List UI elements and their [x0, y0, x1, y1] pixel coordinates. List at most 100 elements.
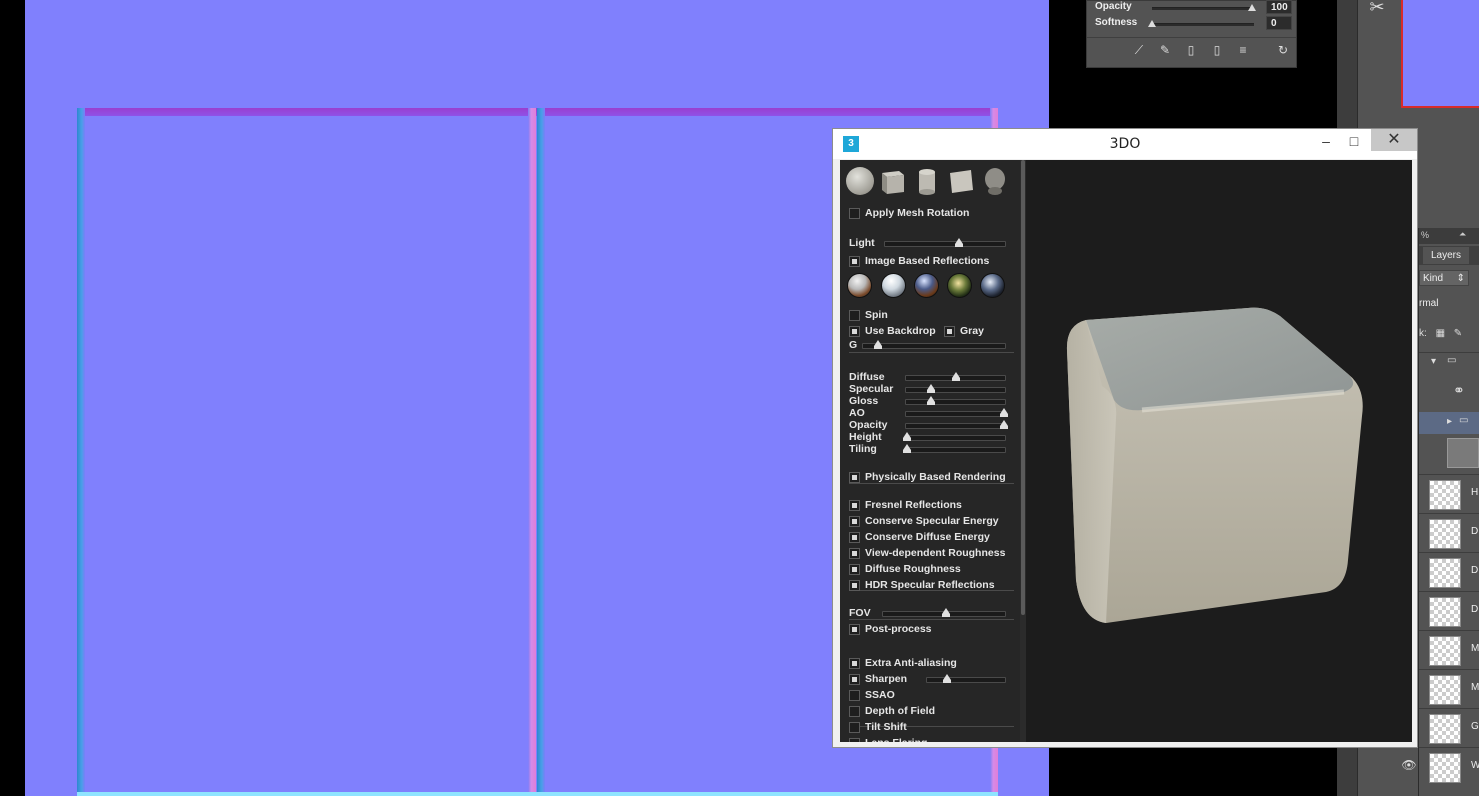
layer-row[interactable]: H	[1419, 474, 1479, 512]
fresnel-reflections-row[interactable]: Fresnel Reflections	[849, 499, 1019, 513]
expand-arrow-icon[interactable]: ▾	[1431, 356, 1436, 367]
sharpen-slider[interactable]	[926, 674, 1006, 683]
head-primitive-button[interactable]	[981, 167, 1009, 195]
navigator-thumbnail[interactable]	[1401, 0, 1479, 108]
minimize-button[interactable]: –	[1313, 129, 1339, 153]
image-based-reflections-checkbox[interactable]	[849, 256, 860, 267]
blend-mode-select[interactable]: rmal	[1419, 296, 1479, 312]
ssao-row[interactable]: SSAO	[849, 689, 1019, 703]
opacity-slider-thumb[interactable]	[1248, 4, 1256, 11]
conserve-diffuse-energy-checkbox[interactable]	[849, 532, 860, 543]
3d-viewport[interactable]	[1026, 160, 1412, 742]
plane-primitive-button[interactable]	[947, 167, 975, 195]
softness-slider[interactable]	[1148, 20, 1254, 27]
maximize-button[interactable]: □	[1341, 129, 1367, 153]
layer-row[interactable]: D	[1419, 513, 1479, 551]
tools-icon[interactable]: ✂	[1364, 0, 1390, 20]
scrollbar-thumb[interactable]	[1021, 160, 1025, 615]
lock-paint-icon[interactable]: ✎	[1454, 328, 1462, 339]
height-slider[interactable]	[903, 432, 1006, 441]
environment-map-3[interactable]	[914, 273, 939, 298]
g-slider[interactable]	[862, 340, 1006, 349]
apply-mesh-rotation-checkbox[interactable]	[849, 208, 860, 219]
selected-group-row[interactable]: ▸ ▭	[1419, 412, 1479, 434]
layer-row[interactable]: W	[1419, 747, 1479, 785]
hdr-specular-reflections-checkbox[interactable]	[849, 580, 860, 591]
tiling-slider-thumb[interactable]	[903, 444, 911, 453]
cube-primitive-button[interactable]	[879, 167, 907, 195]
image-based-reflections-row[interactable]: Image Based Reflections	[849, 255, 1019, 269]
collapsed-arrow-icon[interactable]: ▸	[1447, 416, 1452, 427]
reset-icon[interactable]: ↻	[1275, 42, 1291, 58]
gray-row[interactable]: Gray	[944, 325, 1020, 339]
settings-sliders-icon[interactable]: ≡	[1235, 42, 1251, 58]
gloss-slider-thumb[interactable]	[927, 396, 935, 405]
sharpen-checkbox[interactable]	[849, 674, 860, 685]
opacity-value-field[interactable]: 100	[1266, 0, 1292, 14]
conserve-diffuse-energy-row[interactable]: Conserve Diffuse Energy	[849, 531, 1019, 545]
fresnel-reflections-checkbox[interactable]	[849, 500, 860, 511]
light-slider[interactable]	[884, 238, 1006, 247]
physically-based-rendering-checkbox[interactable]	[849, 472, 860, 483]
opacity-slider[interactable]	[905, 420, 1008, 429]
airbrush-icon[interactable]: ✎	[1157, 42, 1173, 58]
depth-of-field-checkbox[interactable]	[849, 706, 860, 717]
post-process-checkbox[interactable]	[849, 624, 860, 635]
lens-flaring-row[interactable]: Lens Flaring	[849, 737, 1019, 742]
ao-slider[interactable]	[905, 408, 1008, 417]
specular-slider-thumb[interactable]	[927, 384, 935, 393]
diffuse-roughness-checkbox[interactable]	[849, 564, 860, 575]
new-page-icon[interactable]: ▯	[1183, 42, 1199, 58]
opacity-slider[interactable]	[1152, 4, 1256, 11]
use-backdrop-checkbox[interactable]	[849, 326, 860, 337]
collapse-icon[interactable]: ⏶	[1459, 229, 1466, 240]
filter-kind-select[interactable]: Kind ⇕	[1419, 270, 1469, 286]
conserve-specular-energy-row[interactable]: Conserve Specular Energy	[849, 515, 1019, 529]
fov-slider[interactable]	[882, 608, 1006, 617]
softness-value-field[interactable]: 0	[1266, 16, 1292, 30]
height-slider-thumb[interactable]	[903, 432, 911, 441]
light-slider-thumb[interactable]	[955, 238, 963, 247]
adjustment-layer-row[interactable]: ⚭	[1419, 374, 1479, 410]
gloss-slider[interactable]	[905, 396, 1006, 405]
view-dependent-roughness-row[interactable]: View-dependent Roughness	[849, 547, 1019, 561]
layer-group-row[interactable]: ▾ ▭	[1419, 352, 1479, 372]
environment-map-1[interactable]	[847, 273, 872, 298]
tiling-slider[interactable]	[903, 444, 1006, 453]
environment-map-5[interactable]	[980, 273, 1005, 298]
depth-of-field-row[interactable]: Depth of Field	[849, 705, 1019, 719]
conserve-specular-energy-checkbox[interactable]	[849, 516, 860, 527]
diffuse-slider-thumb[interactable]	[952, 372, 960, 381]
post-process-row[interactable]: Post-process	[849, 623, 1019, 637]
sphere-primitive-button[interactable]	[846, 167, 874, 195]
cylinder-primitive-button[interactable]	[913, 167, 941, 195]
opacity-slider-thumb[interactable]	[1000, 420, 1008, 429]
specular-slider[interactable]	[905, 384, 1006, 393]
layer-row[interactable]: M	[1419, 669, 1479, 707]
lock-transparency-icon[interactable]: ▦	[1436, 328, 1445, 339]
environment-map-2[interactable]	[881, 273, 906, 298]
hdr-specular-reflections-row[interactable]: HDR Specular Reflections	[849, 579, 1019, 593]
eye-icon[interactable]: 👁	[1399, 758, 1419, 774]
view-dependent-roughness-checkbox[interactable]	[849, 548, 860, 559]
g-slider-thumb[interactable]	[874, 340, 882, 349]
layer-row[interactable]: D	[1419, 591, 1479, 629]
diffuse-slider[interactable]	[905, 372, 1006, 381]
layer-row[interactable]: G	[1419, 708, 1479, 746]
page-icon[interactable]: ▯	[1209, 42, 1225, 58]
extra-anti-aliasing-checkbox[interactable]	[849, 658, 860, 669]
brush-tip-icon[interactable]: ⟋	[1131, 42, 1147, 58]
spin-checkbox[interactable]	[849, 310, 860, 321]
tab-layers[interactable]: Layers	[1423, 247, 1469, 264]
fov-slider-thumb[interactable]	[942, 608, 950, 617]
ao-slider-thumb[interactable]	[1000, 408, 1008, 417]
tilt-shift-checkbox[interactable]	[849, 722, 860, 733]
gray-checkbox[interactable]	[944, 326, 955, 337]
apply-mesh-rotation-row[interactable]: Apply Mesh Rotation	[849, 207, 1019, 221]
softness-slider-thumb[interactable]	[1148, 20, 1156, 27]
layer-row[interactable]: M	[1419, 630, 1479, 668]
tilt-shift-row[interactable]: Tilt Shift	[849, 721, 1019, 735]
physically-based-rendering-row[interactable]: Physically Based Rendering	[849, 471, 1019, 485]
title-bar[interactable]: 3 3DO – □ ✕	[833, 129, 1417, 159]
spin-row[interactable]: Spin	[849, 309, 1019, 323]
